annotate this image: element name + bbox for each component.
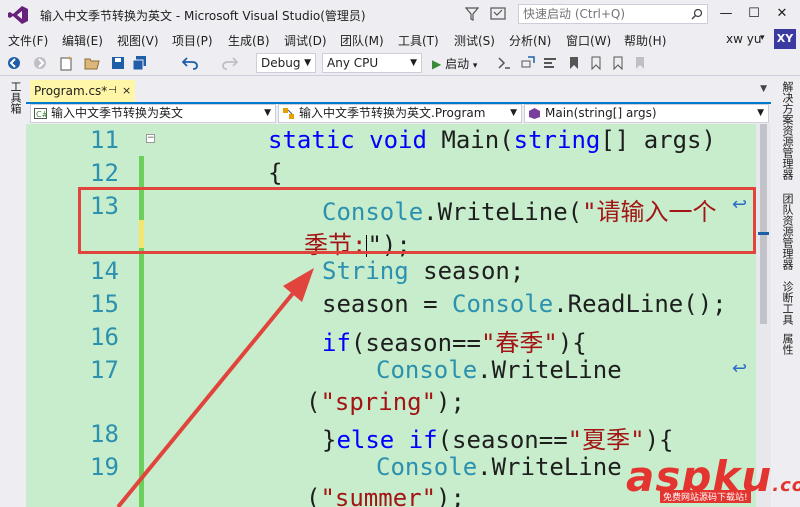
- chevron-down-icon: ▾: [472, 61, 478, 71]
- menu-debug[interactable]: 调试(D): [284, 32, 327, 49]
- chevron-down-icon: ▼: [304, 58, 311, 68]
- chevron-down-icon: ▼: [264, 108, 271, 118]
- pin-icon[interactable]: ⊣: [108, 80, 117, 102]
- open-file-icon[interactable]: [84, 55, 100, 71]
- properties-tab[interactable]: 属性: [779, 333, 795, 355]
- menu-team[interactable]: 团队(M): [340, 32, 384, 49]
- csharp-project-icon: C#: [34, 108, 47, 119]
- close-icon[interactable]: ×: [122, 80, 131, 102]
- window-title: 输入中文季节转换为英文 - Microsoft Visual Studio(管理…: [40, 9, 366, 23]
- clear-bookmarks-icon[interactable]: [632, 55, 648, 71]
- member-name: Main(string[] args): [545, 106, 657, 120]
- visual-studio-logo-icon: [8, 6, 28, 24]
- method-icon: [529, 108, 540, 119]
- menu-build[interactable]: 生成(B): [228, 32, 270, 49]
- team-explorer-tab[interactable]: 团队资源管理器: [779, 193, 795, 270]
- account-name[interactable]: xw yu: [726, 32, 761, 46]
- chevron-down-icon: ▼: [510, 108, 517, 118]
- watermark-subtitle: 免费网站源码下载站!: [660, 490, 751, 503]
- menu-edit[interactable]: 编辑(E): [62, 32, 103, 49]
- step-icon[interactable]: [520, 55, 536, 71]
- quick-launch-input[interactable]: [519, 5, 684, 23]
- bookmark-next-icon[interactable]: [610, 55, 626, 71]
- toolbox-tab[interactable]: 工具箱: [7, 81, 23, 114]
- project-dropdown[interactable]: C# 输入中文季节转换为英文 ▼: [30, 104, 276, 123]
- play-icon: ▶: [432, 57, 442, 71]
- document-tab-well: Program.cs* ⊣ × ▼: [26, 80, 771, 104]
- class-name: 输入中文季节转换为英文.Program: [299, 106, 486, 120]
- tab-list-chevron-down-icon[interactable]: ▼: [760, 84, 767, 94]
- quick-launch-box[interactable]: [518, 4, 708, 24]
- class-dropdown[interactable]: 输入中文季节转换为英文.Program ▼: [278, 104, 522, 123]
- title-bar: 输入中文季节转换为英文 - Microsoft Visual Studio(管理…: [0, 0, 800, 30]
- project-name: 输入中文季节转换为英文: [51, 106, 184, 120]
- bookmark-icon[interactable]: [566, 55, 582, 71]
- solution-explorer-tab[interactable]: 解决方案资源管理器: [779, 81, 795, 180]
- new-project-icon[interactable]: [58, 55, 74, 71]
- maximize-button[interactable]: ☐: [744, 4, 764, 24]
- menu-view[interactable]: 视图(V): [117, 32, 159, 49]
- start-label: 启动: [445, 57, 470, 71]
- solution-configuration-dropdown[interactable]: Debug ▼: [256, 53, 316, 73]
- vertical-scrollbar[interactable]: [756, 124, 771, 507]
- caret-position-marker: [758, 232, 769, 235]
- back-icon[interactable]: [6, 55, 22, 71]
- menu-bar: 文件(F) 编辑(E) 视图(V) 项目(P) 生成(B) 调试(D) 团队(M…: [0, 30, 800, 50]
- right-tool-strip: 解决方案资源管理器 团队资源管理器 诊断工具 属性: [771, 77, 800, 507]
- browser-link-icon[interactable]: [496, 55, 512, 71]
- configuration-value: Debug: [261, 56, 301, 70]
- search-icon[interactable]: [691, 8, 703, 20]
- platform-value: Any CPU: [327, 56, 379, 70]
- redo-icon[interactable]: [222, 55, 238, 71]
- menu-window[interactable]: 窗口(W): [566, 32, 611, 49]
- menu-help[interactable]: 帮助(H): [624, 32, 666, 49]
- standard-toolbar: Debug ▼ Any CPU ▼ ▶ 启动 ▾: [0, 50, 800, 76]
- menu-tools[interactable]: 工具(T): [398, 32, 439, 49]
- menu-analyze[interactable]: 分析(N): [509, 32, 551, 49]
- menu-project[interactable]: 项目(P): [172, 32, 213, 49]
- chevron-down-icon: ▼: [410, 58, 417, 68]
- undo-icon[interactable]: [182, 55, 198, 71]
- toggle-comment-icon[interactable]: [542, 55, 558, 71]
- save-icon[interactable]: [110, 55, 126, 71]
- avatar[interactable]: XY: [774, 29, 796, 49]
- filter-icon[interactable]: [465, 6, 479, 22]
- member-dropdown[interactable]: Main(string[] args) ▼: [524, 104, 769, 123]
- chevron-down-icon: ▼: [757, 108, 764, 118]
- menu-file[interactable]: 文件(F): [8, 32, 48, 49]
- account-chevron-down-icon[interactable]: ▾: [760, 33, 765, 43]
- minimize-button[interactable]: —: [716, 4, 736, 24]
- annotation-arrow-icon: [116, 268, 314, 507]
- forward-icon[interactable]: [32, 55, 48, 71]
- class-icon: [283, 108, 294, 119]
- notification-flag-icon[interactable]: [490, 6, 506, 22]
- menu-test[interactable]: 测试(S): [454, 32, 495, 49]
- bookmark-prev-icon[interactable]: [588, 55, 604, 71]
- tab-program-cs[interactable]: Program.cs* ⊣ ×: [30, 80, 135, 102]
- start-button[interactable]: ▶ 启动 ▾: [432, 55, 477, 72]
- left-tool-strip: 工具箱: [0, 77, 26, 507]
- solution-platform-dropdown[interactable]: Any CPU ▼: [322, 53, 422, 73]
- diagnostics-tab[interactable]: 诊断工具: [779, 281, 795, 325]
- save-all-icon[interactable]: [132, 55, 148, 71]
- svg-text:C#: C#: [36, 110, 47, 119]
- tab-label: Program.cs*: [34, 84, 108, 98]
- navigation-bar: C# 输入中文季节转换为英文 ▼ 输入中文季节转换为英文.Program ▼ M…: [26, 104, 771, 124]
- close-window-button[interactable]: ✕: [772, 4, 792, 24]
- scrollbar-thumb[interactable]: [760, 124, 767, 324]
- code-editor[interactable]: 11 12 13 14 15 16 17 18 19 − static void…: [26, 124, 756, 507]
